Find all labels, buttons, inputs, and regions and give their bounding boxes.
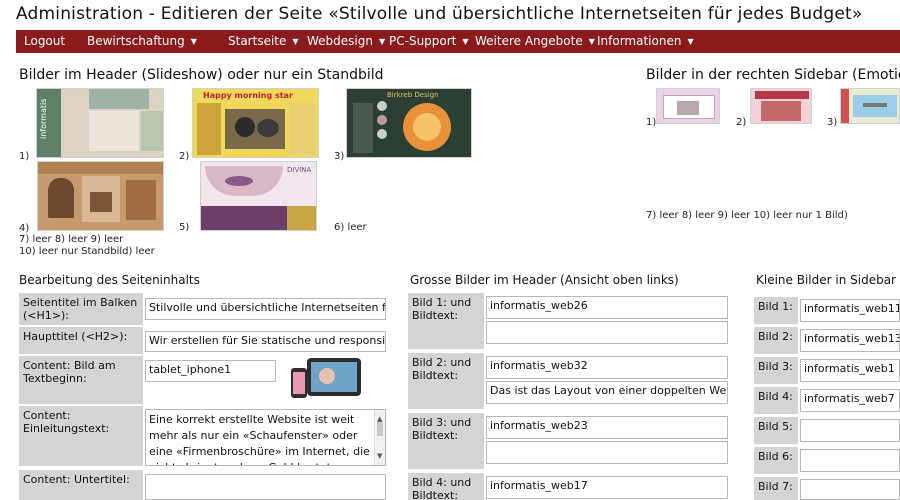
small-image-5-input[interactable] bbox=[800, 419, 900, 442]
thumb-label-2: 2) bbox=[179, 151, 190, 162]
page-title: Administration - Editieren der Seite «St… bbox=[16, 4, 863, 24]
big-image-label-2: Bild 2: und Bildtext: bbox=[408, 353, 484, 409]
small-image-label-6: Bild 6: bbox=[754, 447, 798, 474]
sidebar-thumb-label-2: 2) bbox=[736, 117, 747, 128]
header-image-thumb-2[interactable]: Happy morning star bbox=[192, 88, 319, 158]
nav-item-bewirtschaftung[interactable]: Bewirtschaftung ▼ bbox=[87, 34, 197, 48]
header-image-thumb-1[interactable]: informatis bbox=[36, 88, 164, 158]
sidebar-image-thumb-2[interactable] bbox=[750, 88, 812, 124]
sidebar-image-thumb-3[interactable] bbox=[840, 88, 900, 124]
sidebar-images-title: Bilder in der rechten Sidebar (Emotic bbox=[646, 67, 900, 83]
field-label-intro-text: Content: Einleitungstext: bbox=[19, 406, 143, 466]
big-image-label-1: Bild 1: und Bildtext: bbox=[408, 293, 484, 349]
field-label-content-image: Content: Bild am Textbeginn: bbox=[19, 356, 143, 404]
page-title-input[interactable]: Stilvolle und übersichtliche Internetsei… bbox=[145, 298, 386, 320]
big-image-3-text-input[interactable] bbox=[486, 441, 728, 464]
small-image-label-1: Bild 1: bbox=[754, 297, 798, 324]
header-images-title: Bilder im Header (Slideshow) oder nur ei… bbox=[19, 67, 384, 83]
nav-item-informationen[interactable]: Informationen ▼ bbox=[597, 34, 694, 48]
nav-label: Startseite bbox=[228, 34, 287, 48]
main-navbar: Logout Bewirtschaftung ▼ Startseite ▼ Webd… bbox=[16, 30, 900, 53]
chevron-down-icon: ▼ bbox=[190, 36, 197, 46]
chevron-down-icon: ▼ bbox=[588, 36, 595, 46]
sidebar-thumb-label-3: 3) bbox=[827, 117, 838, 128]
chevron-down-icon: ▼ bbox=[378, 36, 386, 46]
big-image-4-input[interactable]: informatis_web17 bbox=[486, 476, 728, 499]
small-image-1-input[interactable]: informatis_web11 bbox=[800, 299, 900, 322]
intro-text-textarea[interactable]: Eine korrekt erstellte Website ist weit … bbox=[145, 409, 386, 466]
big-image-3-input[interactable]: informatis_web23 bbox=[486, 416, 728, 439]
nav-item-weitere-angebote[interactable]: Weitere Angebote ▼ bbox=[475, 34, 595, 48]
small-image-4-input[interactable]: informatis_web7 bbox=[800, 389, 900, 412]
sidebar-empty-slots-row: 7) leer 8) leer 9) leer 10) leer nur 1 B… bbox=[646, 210, 848, 221]
big-image-label-3: Bild 3: und Bildtext: bbox=[408, 413, 484, 469]
header-image-thumb-3[interactable]: Birkreb Design bbox=[346, 88, 472, 158]
thumb-label-3: 3) bbox=[334, 151, 345, 162]
nav-label: Weitere Angebote bbox=[475, 34, 583, 48]
nav-item-startseite[interactable]: Startseite ▼ bbox=[228, 34, 299, 48]
small-images-title: Kleine Bilder in Sidebar re bbox=[756, 273, 900, 287]
thumb-logo-text: Birkreb Design bbox=[387, 91, 439, 99]
nav-item-pc-support[interactable]: PC-Support ▼ bbox=[389, 34, 469, 48]
small-image-3-input[interactable]: informatis_web1 bbox=[800, 359, 900, 382]
big-images-title: Grosse Bilder im Header (Ansicht oben li… bbox=[410, 273, 679, 287]
textarea-scrollbar[interactable]: ▲ ▼ bbox=[374, 410, 385, 465]
small-image-label-7: Bild 7: bbox=[754, 477, 798, 500]
small-image-7-input[interactable] bbox=[800, 479, 900, 500]
big-image-label-4: Bild 4: und Bildtext: bbox=[408, 473, 484, 500]
field-label-main-title: Haupttitel (<H2>): bbox=[19, 327, 143, 354]
chevron-down-icon: ▼ bbox=[292, 36, 299, 46]
small-image-label-2: Bild 2: bbox=[754, 327, 798, 354]
thumb-logo-text: informatis bbox=[39, 98, 48, 139]
nav-label: Logout bbox=[24, 34, 66, 48]
scroll-thumb[interactable] bbox=[377, 422, 383, 436]
tablet-iphone-preview bbox=[291, 356, 367, 402]
big-image-1-input[interactable]: informatis_web26 bbox=[486, 296, 728, 319]
sidebar-image-thumb-1[interactable] bbox=[656, 88, 720, 124]
nav-item-webdesign[interactable]: Webdesign ▼ bbox=[307, 34, 385, 48]
small-image-label-5: Bild 5: bbox=[754, 417, 798, 444]
big-image-2-input[interactable]: informatis_web32 bbox=[486, 356, 728, 379]
thumb-label-4: 4) bbox=[19, 223, 30, 234]
big-image-2-text-input[interactable]: Das ist das Layout von einer doppelten W… bbox=[486, 381, 728, 404]
small-image-6-input[interactable] bbox=[800, 449, 900, 472]
header-image-thumb-4[interactable] bbox=[37, 161, 164, 231]
small-image-2-input[interactable]: informatis_web13 bbox=[800, 329, 900, 352]
intro-text-value: Eine korrekt erstellte Website ist weit … bbox=[149, 413, 370, 465]
chevron-down-icon: ▼ bbox=[687, 36, 694, 46]
field-label-page-title: Seitentitel im Balken (<H1>): bbox=[19, 293, 143, 325]
thumb-label-1: 1) bbox=[19, 151, 30, 162]
nav-label: Webdesign bbox=[307, 34, 373, 48]
header-empty-slots-row1: 7) leer 8) leer 9) leer bbox=[19, 234, 124, 245]
thumb-logo-text: Happy morning star bbox=[203, 91, 293, 100]
thumb-label-6-empty: 6) leer bbox=[334, 222, 367, 233]
subtitle-input[interactable] bbox=[145, 474, 386, 500]
big-image-1-text-input[interactable] bbox=[486, 321, 728, 344]
field-label-subtitle: Content: Untertitel: bbox=[19, 470, 143, 500]
nav-label: Informationen bbox=[597, 34, 682, 48]
nav-label: PC-Support bbox=[389, 34, 457, 48]
scroll-down-icon[interactable]: ▼ bbox=[377, 448, 382, 464]
main-title-input[interactable]: Wir erstellen für Sie statische und resp… bbox=[145, 331, 386, 352]
content-image-input[interactable]: tablet_iphone1 bbox=[145, 360, 276, 382]
thumb-label-5: 5) bbox=[179, 222, 190, 233]
header-empty-slots-row2: 10) leer nur Standbild) leer bbox=[19, 246, 155, 257]
thumb-logo-text: DIVINA bbox=[287, 166, 312, 174]
small-image-label-3: Bild 3: bbox=[754, 357, 798, 384]
chevron-down-icon: ▼ bbox=[462, 36, 469, 46]
small-image-label-4: Bild 4: bbox=[754, 387, 798, 414]
nav-item-logout[interactable]: Logout bbox=[24, 34, 65, 48]
header-image-thumb-5[interactable]: DIVINA bbox=[200, 161, 317, 231]
content-edit-title: Bearbeitung des Seiteninhalts bbox=[19, 273, 200, 287]
nav-label: Bewirtschaftung bbox=[87, 34, 185, 48]
sidebar-thumb-label-1: 1) bbox=[646, 117, 657, 128]
